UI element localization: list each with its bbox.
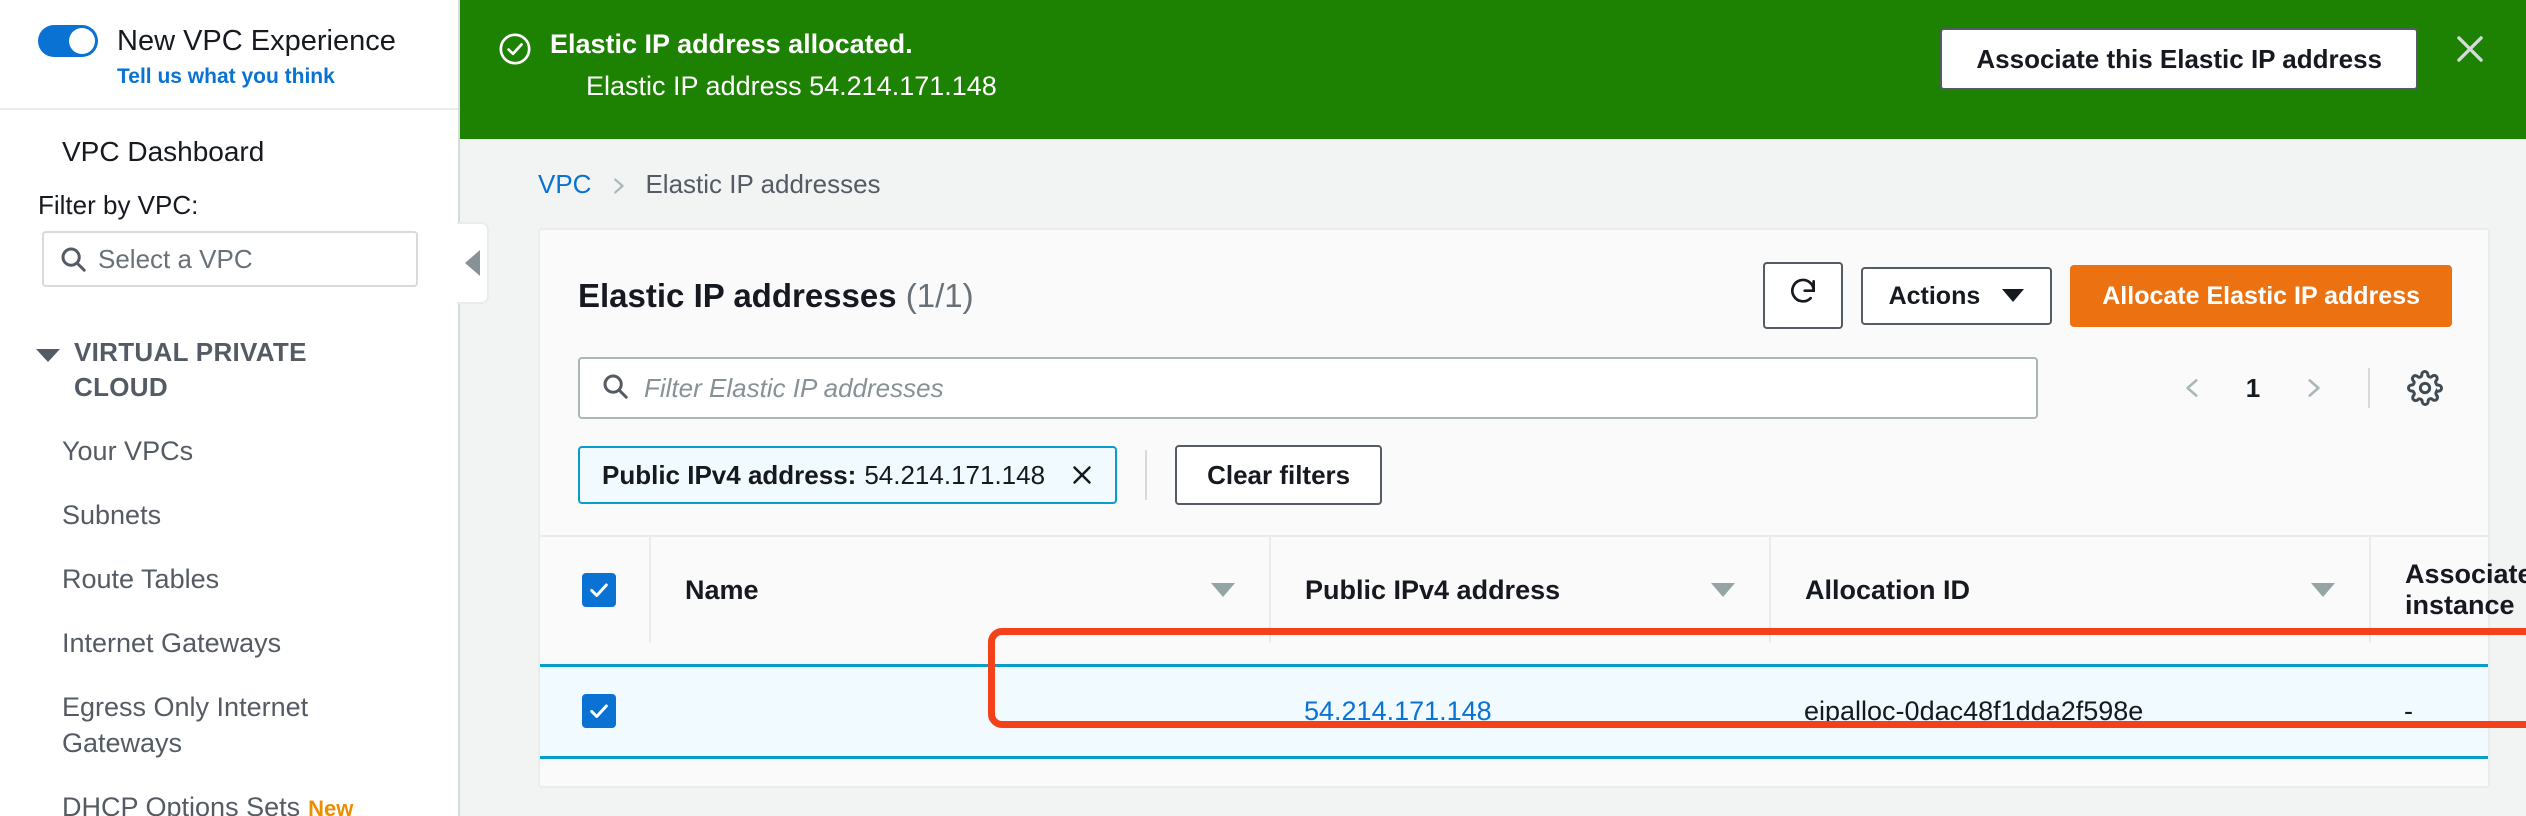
panel-actions: Actions Allocate Elastic IP address [1762, 262, 2452, 329]
filter-by-vpc-label: Filter by VPC: [38, 190, 199, 220]
filter-token-key: Public IPv4 address: [602, 459, 857, 490]
cell-allocation-id: eipalloc-0dac48f1dda2f598e [1770, 663, 2370, 759]
sidebar-section-virtual-private-cloud[interactable]: VIRTUAL PRIVATE CLOUD [0, 287, 458, 405]
refresh-icon [1787, 276, 1819, 315]
aws-vpc-console: New VPC Experience Tell us what you thin… [0, 0, 2526, 816]
sidebar-item-label: Your VPCs [62, 436, 194, 466]
associate-elastic-ip-button[interactable]: Associate this Elastic IP address [1940, 28, 2418, 90]
pagination-next-button[interactable] [2286, 361, 2340, 415]
sidebar-item-dhcp-options-sets[interactable]: DHCP Options Sets New [0, 789, 430, 816]
sidebar-item-egress-only-internet-gateways[interactable]: Egress Only Internet Gateways [0, 689, 430, 761]
row-checkbox[interactable] [582, 694, 616, 728]
toggle-texts: New VPC Experience Tell us what you thin… [117, 22, 396, 92]
elastic-ip-table: Name Public IPv4 address Allocation ID A… [540, 535, 2526, 759]
breadcrumb-current: Elastic IP addresses [645, 169, 881, 199]
select-all-header [540, 535, 650, 643]
cell-associated-instance: - [2370, 663, 2488, 759]
feedback-link[interactable]: Tell us what you think [117, 62, 396, 92]
column-label: Allocation ID [1805, 574, 1971, 605]
allocate-elastic-ip-button[interactable]: Allocate Elastic IP address [2070, 264, 2452, 327]
flash-title: Elastic IP address allocated. [550, 29, 913, 59]
sort-descending-icon [1211, 583, 1235, 597]
sidebar-item-vpc-dashboard[interactable]: VPC Dashboard [0, 110, 458, 190]
elastic-ip-panel: Elastic IP addresses (1/1) Actions Alloc… [538, 228, 2526, 788]
public-ipv4-link[interactable]: 54.214.171.148 [1304, 696, 1492, 726]
chevron-down-icon [2002, 289, 2025, 302]
flash-notification-success: Elastic IP address allocated. Elastic IP… [460, 0, 2526, 139]
sidebar-collapse-button[interactable] [457, 222, 489, 304]
sidebar-item-subnets[interactable]: Subnets [0, 497, 430, 533]
sidebar-item-route-tables[interactable]: Route Tables [0, 561, 430, 597]
search-icon [600, 371, 630, 406]
column-header-associated-instance[interactable]: Associated instance [2369, 535, 2526, 643]
new-experience-title: New VPC Experience [117, 25, 396, 57]
toggle-knob [69, 28, 95, 54]
column-header-public-ipv4-address[interactable]: Public IPv4 address [1269, 535, 1770, 643]
table-row[interactable]: 54.214.171.148 eipalloc-0dac48f1dda2f598… [540, 663, 2488, 759]
sidebar-item-your-vpcs[interactable]: Your VPCs [0, 433, 430, 469]
sidebar-item-label: Subnets [62, 500, 162, 530]
column-header-allocation-id[interactable]: Allocation ID [1769, 535, 2370, 643]
sidebar-item-label: Egress Only Internet Gateways [62, 692, 309, 758]
close-icon[interactable] [2448, 30, 2492, 68]
panel-header: Elastic IP addresses (1/1) Actions Alloc… [540, 230, 2488, 329]
panel-title-text: Elastic IP addresses [578, 276, 897, 314]
search-input[interactable]: Filter Elastic IP addresses [578, 357, 2038, 419]
search-placeholder: Filter Elastic IP addresses [644, 372, 944, 403]
success-check-icon [498, 32, 534, 71]
chevron-left-icon [464, 250, 480, 276]
divider [1145, 450, 1148, 500]
filter-token-value: 54.214.171.148 [864, 459, 1046, 490]
new-vpc-experience-toggle[interactable] [38, 25, 98, 57]
chevron-down-icon [36, 349, 60, 362]
close-icon[interactable] [1067, 460, 1097, 490]
flash-subtitle: Elastic IP address 54.214.171.148 [586, 71, 997, 101]
column-label: Name [685, 574, 759, 605]
cell-public-ipv4-address: 54.214.171.148 [1270, 663, 1770, 759]
breadcrumb-link-vpc[interactable]: VPC [538, 169, 591, 200]
pagination: 1 [2166, 361, 2452, 415]
filter-row: Filter Elastic IP addresses 1 [540, 329, 2488, 419]
breadcrumb: VPC Elastic IP addresses [460, 169, 2526, 228]
page-title: Elastic IP addresses (1/1) [578, 277, 974, 315]
chevron-right-icon [607, 169, 629, 200]
pagination-previous-button[interactable] [2166, 361, 2220, 415]
active-filters-row: Public IPv4 address: 54.214.171.148 Clea… [540, 419, 2488, 535]
refresh-button[interactable] [1762, 262, 1843, 329]
settings-gear-icon[interactable] [2398, 361, 2452, 415]
divider [2368, 368, 2370, 408]
table-header-row: Name Public IPv4 address Allocation ID A… [540, 535, 2526, 643]
select-all-checkbox[interactable] [582, 573, 616, 607]
actions-dropdown-button[interactable]: Actions [1860, 266, 2053, 325]
actions-label: Actions [1888, 281, 1981, 310]
sidebar-item-label: DHCP Options Sets [62, 792, 301, 816]
sidebar-item-label: Internet Gateways [62, 628, 282, 658]
sidebar-item-internet-gateways[interactable]: Internet Gateways [0, 625, 430, 661]
new-badge: New [308, 796, 354, 816]
table-header: Name Public IPv4 address Allocation ID A… [540, 535, 2526, 643]
table-spacer [540, 643, 2488, 665]
vpc-select-input[interactable]: Select a VPC [42, 231, 418, 287]
sort-descending-icon [1711, 583, 1735, 597]
pagination-page-1[interactable]: 1 [2226, 373, 2280, 404]
search-icon [58, 244, 88, 274]
clear-filters-button[interactable]: Clear filters [1175, 445, 1383, 505]
panel-count: (1/1) [905, 276, 974, 314]
table-body: 54.214.171.148 eipalloc-0dac48f1dda2f598… [540, 643, 2488, 759]
column-label: Associated instance [2405, 559, 2526, 620]
main-content: Elastic IP address allocated. Elastic IP… [460, 0, 2526, 816]
sidebar: New VPC Experience Tell us what you thin… [0, 0, 489, 816]
row-select-cell [540, 663, 650, 759]
filter-token-public-ipv4[interactable]: Public IPv4 address: 54.214.171.148 [578, 446, 1118, 504]
sidebar-item-label: Route Tables [62, 564, 220, 594]
column-label: Public IPv4 address [1305, 574, 1561, 605]
sidebar-section-label: VIRTUAL PRIVATE CLOUD [74, 337, 307, 402]
vpc-select-placeholder: Select a VPC [98, 243, 253, 274]
sort-descending-icon [2311, 583, 2335, 597]
flash-texts: Elastic IP address allocated. Elastic IP… [550, 26, 1940, 104]
cell-name [650, 663, 1270, 759]
page-content: VPC Elastic IP addresses Elastic IP addr… [460, 139, 2526, 816]
column-header-name[interactable]: Name [649, 535, 1270, 643]
new-experience-toggle-row: New VPC Experience Tell us what you thin… [0, 0, 458, 92]
